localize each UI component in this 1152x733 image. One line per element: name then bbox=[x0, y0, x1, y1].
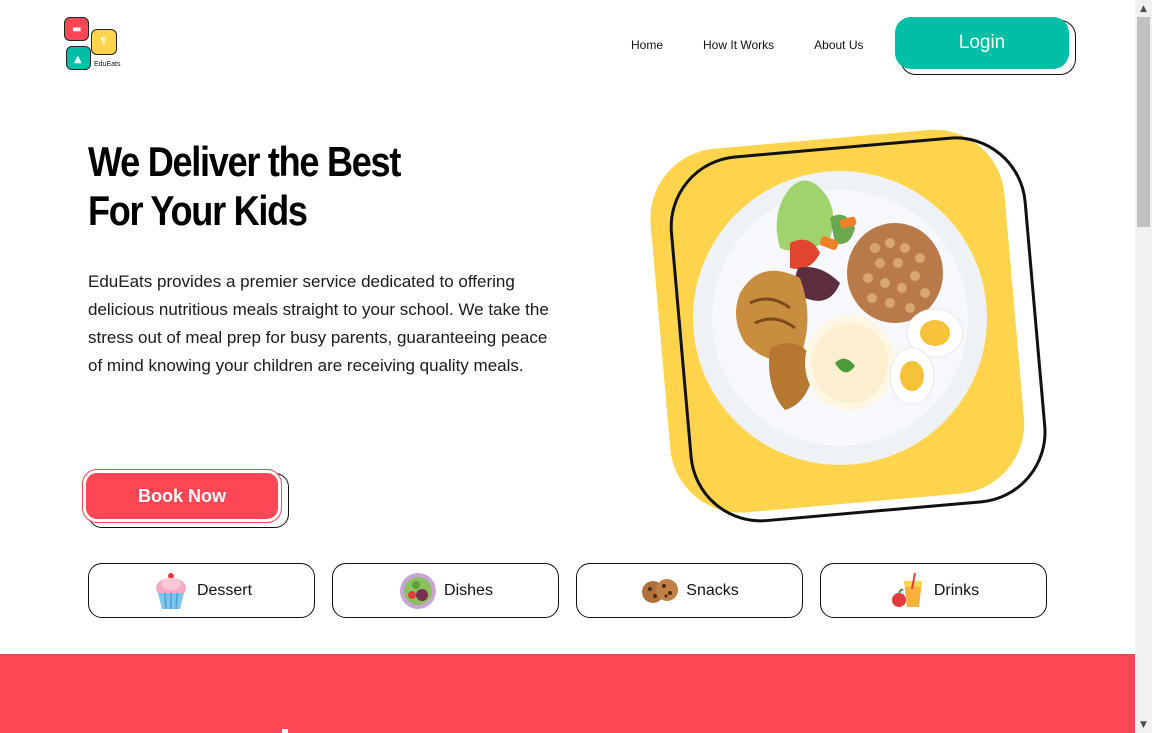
nav-link-how-it-works[interactable]: How It Works bbox=[703, 38, 774, 52]
edueats-logo[interactable]: ▬ ¶ ▲ EduEats bbox=[62, 15, 122, 75]
band-text-fragment bbox=[282, 729, 288, 733]
scrollbar-thumb[interactable] bbox=[1137, 17, 1150, 227]
category-label: Dessert bbox=[196, 581, 253, 599]
cupcake-icon bbox=[155, 572, 186, 609]
egg-yolk bbox=[900, 361, 924, 391]
logo-brand-text: EduEats bbox=[94, 61, 121, 68]
hero-title-line1: We Deliver the Best bbox=[88, 138, 401, 185]
hero-meal-image bbox=[650, 129, 1047, 523]
cookies-icon bbox=[642, 578, 679, 603]
book-now-wrapper: Book Now bbox=[82, 469, 289, 528]
truck-icon: ▬ bbox=[72, 24, 82, 35]
login-button-wrapper: Login bbox=[895, 17, 1076, 75]
book-now-button[interactable]: Book Now bbox=[82, 469, 282, 523]
scroll-up-arrow-icon[interactable]: ▲ bbox=[1135, 0, 1152, 17]
category-label: Drinks bbox=[933, 581, 980, 599]
page-scrollbar[interactable]: ▲ ▼ bbox=[1135, 0, 1152, 733]
beans bbox=[847, 223, 943, 323]
next-section-band bbox=[0, 654, 1135, 733]
nav-link-about-us[interactable]: About Us bbox=[814, 38, 863, 52]
juice-icon bbox=[891, 572, 922, 607]
hero-title: We Deliver the Best For Your Kids bbox=[88, 137, 401, 235]
hero-description: EduEats provides a premier service dedic… bbox=[88, 272, 549, 375]
category-dishes[interactable]: Dishes bbox=[332, 563, 559, 618]
category-dessert[interactable]: Dessert bbox=[88, 563, 315, 618]
category-label: Snacks bbox=[686, 581, 739, 599]
hero-title-line2: For Your Kids bbox=[88, 187, 308, 234]
category-drinks[interactable]: Drinks bbox=[820, 563, 1047, 618]
graduation-cap-icon: ▲ bbox=[74, 54, 82, 65]
salad-bowl-icon bbox=[400, 572, 437, 609]
category-list: Dessert Dishes Snacks Drinks bbox=[88, 563, 1047, 618]
utensils-icon: ¶ bbox=[100, 36, 107, 47]
nav-link-home[interactable]: Home bbox=[631, 38, 663, 52]
main-nav: Home How It Works About Us bbox=[631, 38, 864, 52]
egg-yolk bbox=[920, 320, 950, 346]
category-snacks[interactable]: Snacks bbox=[576, 563, 803, 618]
category-label: Dishes bbox=[444, 581, 493, 599]
login-button[interactable]: Login bbox=[895, 17, 1069, 69]
page: ▬ ¶ ▲ EduEats Home How It Works About Us… bbox=[0, 0, 1135, 733]
scroll-down-arrow-icon[interactable]: ▼ bbox=[1135, 716, 1152, 733]
